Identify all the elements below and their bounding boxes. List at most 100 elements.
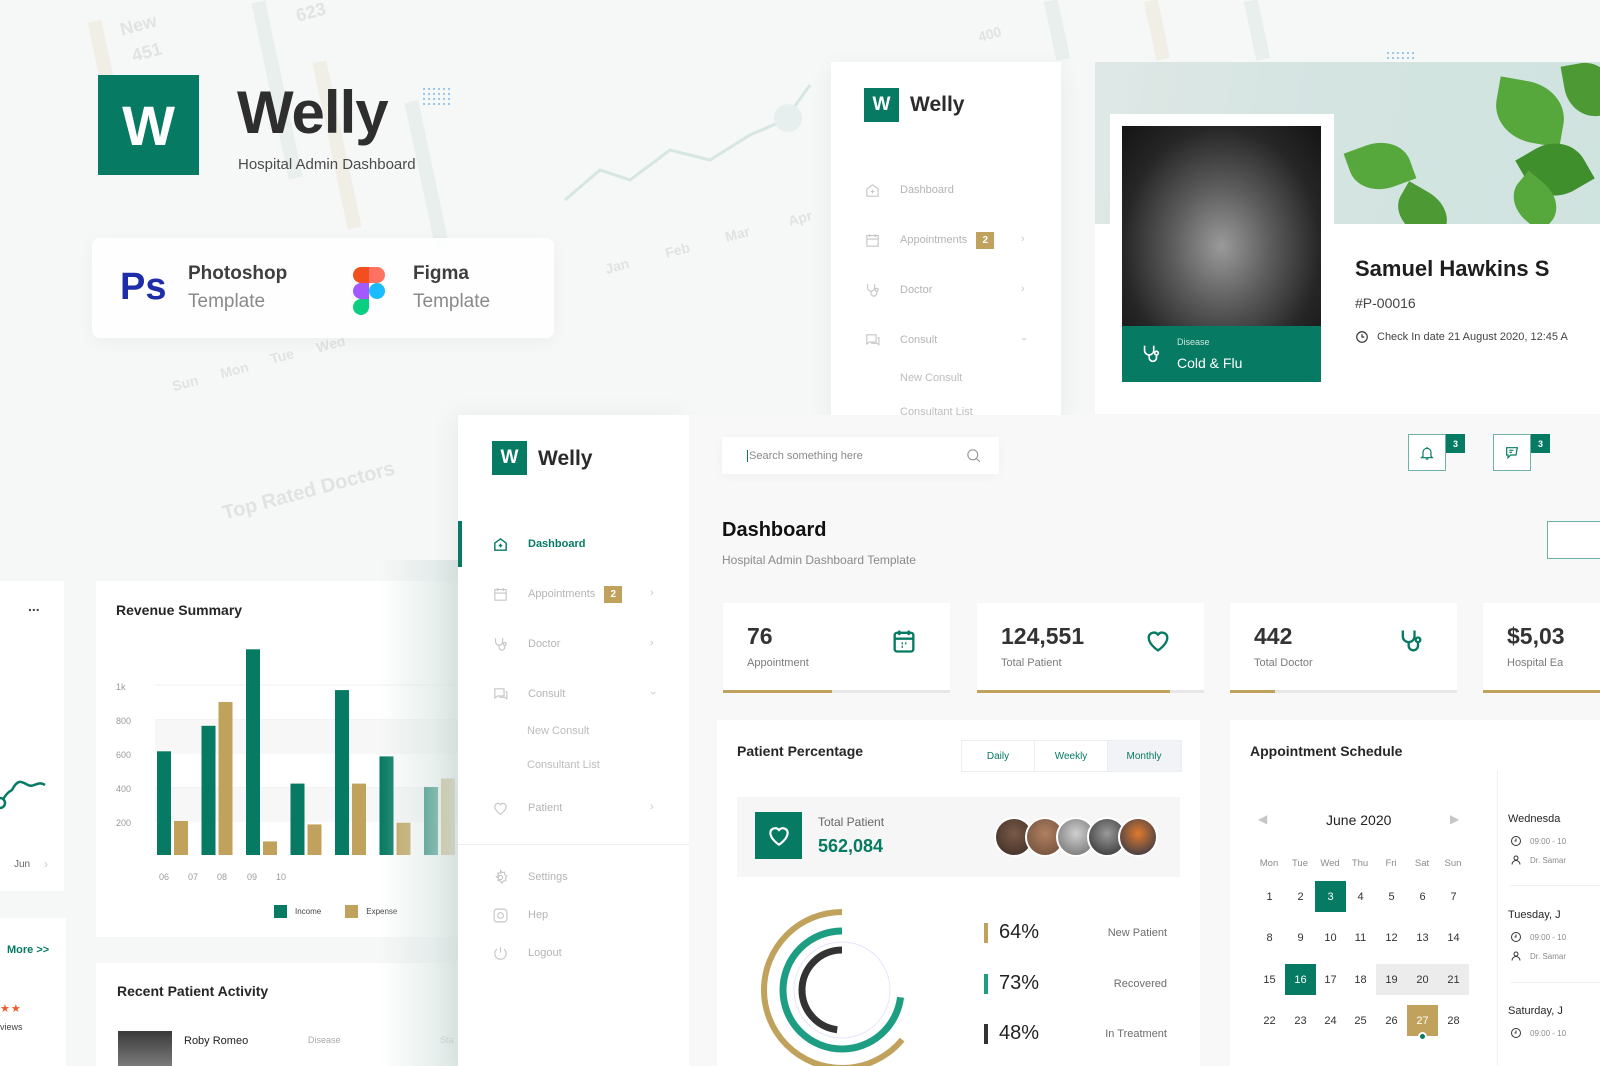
calendar-day[interactable]: 7 xyxy=(1438,881,1469,912)
stat-progress xyxy=(977,690,1204,693)
calendar-day[interactable]: 16 xyxy=(1285,964,1316,995)
calendar-day[interactable]: 18 xyxy=(1345,964,1376,995)
avatar xyxy=(1118,817,1158,857)
messages-button[interactable] xyxy=(1493,434,1531,471)
next-month-button[interactable]: ▶ xyxy=(1450,812,1459,826)
calendar-day[interactable]: 5 xyxy=(1376,881,1407,912)
doctor-text: Dr. Samar xyxy=(1530,855,1567,865)
search-icon[interactable] xyxy=(965,447,982,464)
schedule-title: Appointment Schedule xyxy=(1250,743,1403,759)
more-menu-icon[interactable]: ... xyxy=(28,598,40,614)
sub-consultant-list[interactable]: Consultant List xyxy=(527,759,600,771)
header-action-button[interactable] xyxy=(1547,521,1600,559)
calendar-day[interactable]: 17 xyxy=(1315,964,1346,995)
event-dot xyxy=(1418,1032,1427,1041)
calendar-day[interactable]: 10 xyxy=(1315,922,1346,953)
preview-nav-consult[interactable]: Consult xyxy=(863,331,937,349)
calendar-day[interactable]: 25 xyxy=(1345,1005,1376,1036)
calendar-day[interactable]: 28 xyxy=(1438,1005,1469,1036)
calendar-day[interactable]: 3 xyxy=(1315,881,1346,912)
schedule-day[interactable]: Saturday, J xyxy=(1508,1005,1563,1017)
figma-label[interactable]: Figma xyxy=(413,263,469,285)
nav-appointments[interactable]: Appointments 2 xyxy=(491,585,623,603)
appointments-badge: 2 xyxy=(976,231,995,249)
calendar-day[interactable]: 20 xyxy=(1407,964,1438,995)
bar-income[interactable] xyxy=(335,690,349,855)
stat-card-total-doctor[interactable]: 442 Total Doctor xyxy=(1230,603,1457,693)
calendar-day[interactable]: 22 xyxy=(1254,1005,1285,1036)
tab-weekly[interactable]: Weekly xyxy=(1035,741,1108,771)
clock-icon xyxy=(1511,932,1521,942)
calendar-day[interactable]: 13 xyxy=(1407,922,1438,953)
bg-bar xyxy=(404,100,450,250)
chevron-right-icon[interactable]: › xyxy=(44,857,48,871)
figma-icon xyxy=(353,267,385,315)
nav-doctor[interactable]: Doctor xyxy=(491,635,560,653)
patient-name: Samuel Hawkins S xyxy=(1355,256,1550,281)
stat-value: 76 xyxy=(747,623,773,649)
calendar-day[interactable]: 6 xyxy=(1407,881,1438,912)
bar-expense[interactable] xyxy=(218,702,233,855)
notification-button[interactable] xyxy=(1408,434,1446,471)
photoshop-label[interactable]: Photoshop xyxy=(188,263,287,285)
preview-nav-dashboard[interactable]: Dashboard xyxy=(863,181,954,199)
calendar-day[interactable]: 23 xyxy=(1285,1005,1316,1036)
message-count: 3 xyxy=(1531,434,1550,453)
bar-expense[interactable] xyxy=(307,824,322,855)
nav-label: Consult xyxy=(528,688,566,700)
schedule-day[interactable]: Wednesda xyxy=(1508,813,1560,825)
legend-recovered: 73% Recovered xyxy=(984,972,1167,995)
calendar-day[interactable]: 9 xyxy=(1285,922,1316,953)
nav-settings[interactable]: Settings xyxy=(491,868,568,886)
nav-help[interactable]: Hep xyxy=(491,906,548,924)
bar-income[interactable] xyxy=(157,751,171,855)
bar-expense[interactable] xyxy=(263,841,277,855)
search-input[interactable] xyxy=(747,449,957,462)
schedule-time: 09:00 - 10 xyxy=(1510,1027,1566,1039)
nav-logout[interactable]: Logout xyxy=(491,944,562,962)
hospital-icon xyxy=(863,181,881,199)
col-disease: Disease xyxy=(308,1035,341,1045)
nav-label: Patient xyxy=(528,802,563,814)
calendar-day[interactable]: 8 xyxy=(1254,922,1285,953)
calendar-day[interactable]: 24 xyxy=(1315,1005,1346,1036)
stat-card-appointment[interactable]: 76 Appointment xyxy=(723,603,950,693)
calendar-day[interactable]: 2 xyxy=(1285,881,1316,912)
calendar-day[interactable]: 19 xyxy=(1376,964,1407,995)
calendar-day[interactable]: 11 xyxy=(1345,922,1376,953)
stat-value: 124,551 xyxy=(1001,623,1085,649)
user-icon xyxy=(1511,855,1521,865)
sub-new-consult[interactable]: New Consult xyxy=(527,725,589,737)
stat-card-hospital-earnings[interactable]: $5,03 Hospital Ea xyxy=(1483,603,1600,693)
calendar-day[interactable]: 12 xyxy=(1376,922,1407,953)
calendar-day[interactable]: 21 xyxy=(1438,964,1469,995)
prev-month-button[interactable]: ◀ xyxy=(1258,812,1267,826)
stat-card-total-patient[interactable]: 124,551 Total Patient xyxy=(977,603,1204,693)
calendar-day[interactable]: 14 xyxy=(1438,922,1469,953)
bar-expense[interactable] xyxy=(352,783,366,855)
month-label: Jun xyxy=(14,859,31,870)
tab-monthly[interactable]: Monthly xyxy=(1108,741,1181,771)
nav-dashboard[interactable]: Dashboard xyxy=(491,535,585,553)
calendar-day[interactable]: 1 xyxy=(1254,881,1285,912)
tab-daily[interactable]: Daily xyxy=(962,741,1035,771)
ring-in-treatment xyxy=(798,946,886,1034)
calendar-day[interactable]: 15 xyxy=(1254,964,1285,995)
bar-income[interactable] xyxy=(290,783,305,855)
calendar-day[interactable]: 4 xyxy=(1345,881,1376,912)
bar-expense[interactable] xyxy=(174,821,188,855)
chat-icon xyxy=(863,331,881,349)
preview-nav-doctor[interactable]: Doctor xyxy=(863,281,932,299)
bar-income[interactable] xyxy=(201,725,216,855)
nav-label: Dashboard xyxy=(528,538,586,550)
nav-patient[interactable]: Patient xyxy=(491,799,562,817)
nav-label: Logout xyxy=(528,947,562,959)
preview-sub-new-consult[interactable]: New Consult xyxy=(900,372,962,384)
patient-row-name[interactable]: Roby Romeo xyxy=(184,1035,248,1047)
calendar-day[interactable]: 26 xyxy=(1376,1005,1407,1036)
schedule-day[interactable]: Tuesday, J xyxy=(1508,909,1561,921)
nav-consult[interactable]: Consult xyxy=(491,685,565,703)
more-link[interactable]: More >> xyxy=(7,944,49,956)
bar-income[interactable] xyxy=(246,649,260,855)
preview-nav-appointments[interactable]: Appointments 2 xyxy=(863,231,995,249)
